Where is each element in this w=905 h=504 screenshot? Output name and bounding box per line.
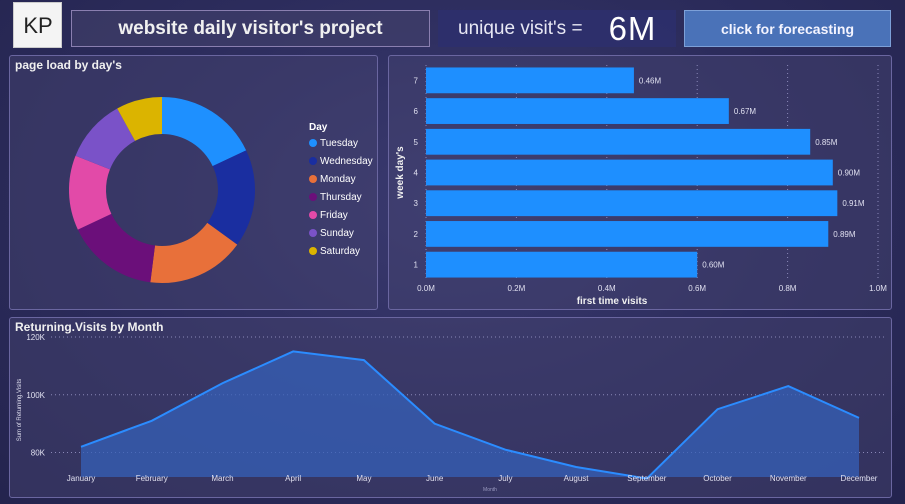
x-tick-label: 0.4M	[598, 284, 616, 293]
legend-dot-icon	[309, 247, 317, 255]
legend-item-tuesday[interactable]: Tuesday	[309, 136, 358, 150]
bar-day-5[interactable]	[426, 128, 811, 155]
bar-value-label: 0.85M	[815, 138, 838, 147]
x-tick-label: 0.0M	[417, 284, 435, 293]
y-tick-label: 7	[414, 76, 419, 85]
y-tick-label: 1	[414, 261, 419, 270]
x-tick-label: 1.0M	[869, 284, 887, 293]
donut-chart-title: page load by day's	[15, 58, 122, 72]
x-tick-label: July	[498, 474, 512, 483]
x-axis-label: first time visits	[577, 296, 648, 307]
legend-item-wednesday[interactable]: Wednesday	[309, 154, 373, 168]
legend-dot-icon	[309, 229, 317, 237]
y-axis-label: week day's	[395, 146, 406, 200]
x-tick-label: August	[564, 474, 590, 483]
y-tick-label: 2	[414, 230, 419, 239]
x-tick-label: June	[426, 474, 444, 483]
x-tick-label: 0.2M	[508, 284, 526, 293]
legend-dot-icon	[309, 175, 317, 183]
bar-value-label: 0.91M	[842, 199, 865, 208]
logo: KP	[13, 2, 62, 48]
area-chart: 80K 100K 120K January February March April May J…	[17, 333, 884, 493]
donut-legend-title: Day	[309, 122, 328, 133]
legend-item-sunday[interactable]: Sunday	[309, 226, 354, 240]
y-tick-label: 120K	[26, 333, 45, 342]
x-tick-label: 0.8M	[779, 284, 797, 293]
bar-day-7[interactable]	[426, 67, 634, 94]
y-tick-label: 4	[414, 169, 419, 178]
y-tick-label: 100K	[26, 391, 45, 400]
bar-day-6[interactable]	[426, 98, 729, 124]
x-tick-label: March	[211, 474, 233, 483]
legend-item-monday[interactable]: Monday	[309, 172, 356, 186]
bar-value-label: 0.90M	[838, 169, 861, 178]
x-tick-label: 0.6M	[688, 284, 706, 293]
legend-label: Wednesday	[320, 155, 373, 167]
x-tick-label: May	[356, 474, 371, 483]
dashboard-title: website daily visitor's project	[71, 10, 430, 47]
area-fill	[81, 351, 859, 479]
bar-day-4[interactable]	[426, 159, 833, 186]
y-tick-label: 80K	[31, 449, 46, 458]
x-axis-label: Month	[483, 487, 497, 493]
legend-dot-icon	[309, 139, 317, 147]
legend-item-friday[interactable]: Friday	[309, 208, 348, 222]
bar-day-3[interactable]	[426, 190, 838, 217]
legend-dot-icon	[309, 193, 317, 201]
legend-label: Sunday	[320, 227, 354, 239]
x-tick-label: September	[627, 474, 666, 483]
bar-value-label: 0.89M	[833, 230, 856, 239]
bar-value-label: 0.60M	[702, 261, 725, 270]
logo-monogram-icon: KP	[23, 13, 52, 38]
x-tick-label: December	[841, 474, 878, 483]
x-tick-label: October	[703, 474, 732, 483]
x-tick-label: February	[136, 474, 168, 483]
forecast-button[interactable]: click for forecasting	[684, 10, 891, 47]
bar-value-label: 0.67M	[734, 107, 757, 116]
kpi-label: unique visit's =	[458, 17, 583, 39]
bar-value-label: 0.46M	[639, 76, 662, 85]
legend-dot-icon	[309, 211, 317, 219]
x-tick-label: November	[770, 474, 807, 483]
x-tick-label: January	[67, 474, 95, 483]
kpi-value: 6M	[608, 9, 657, 47]
legend-label: Saturday	[320, 245, 361, 257]
bar-day-2[interactable]	[426, 221, 829, 247]
logo-text: KP	[23, 13, 52, 38]
legend-dot-icon	[309, 157, 317, 165]
bar-chart: 0.0M 0.2M 0.4M 0.6M 0.8M 1.0M 1 0.60M 2 0.89M 3 0.9…	[395, 65, 887, 307]
legend-item-saturday[interactable]: Saturday	[309, 244, 360, 258]
legend-label: Thursday	[320, 191, 362, 203]
legend-label: Monday	[320, 173, 356, 185]
y-axis-label: Sum of Returning.Visits	[17, 379, 23, 442]
y-tick-label: 3	[414, 199, 419, 208]
legend-label: Friday	[320, 209, 348, 221]
y-tick-label: 5	[414, 138, 419, 147]
x-tick-label: April	[285, 474, 301, 483]
bar-day-1[interactable]	[426, 251, 698, 278]
legend-item-thursday[interactable]: Thursday	[309, 190, 362, 204]
kpi-card: unique visit's = 6M	[438, 10, 676, 47]
y-tick-label: 6	[414, 107, 419, 116]
legend-label: Tuesday	[320, 137, 358, 149]
